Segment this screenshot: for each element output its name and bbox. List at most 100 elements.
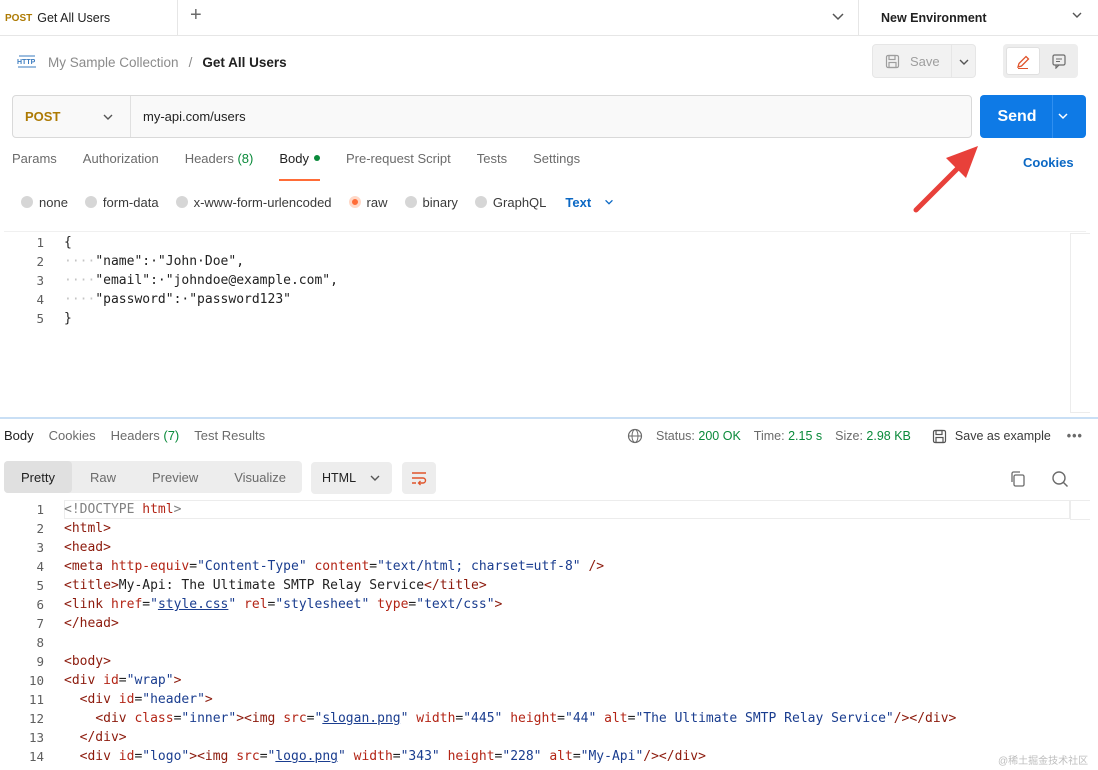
send-button-group: Send	[980, 95, 1086, 138]
code-line: <div class="inner"><img src="slogan.png"…	[95, 711, 957, 726]
body-type-binary[interactable]: binary	[404, 195, 458, 210]
body-type-graphql[interactable]: GraphQL	[474, 195, 546, 210]
breadcrumb-separator: /	[188, 54, 193, 70]
view-preview[interactable]: Preview	[134, 461, 216, 493]
response-meta: Status: 200 OK Time: 2.15 s Size: 2.98 K…	[627, 428, 1083, 444]
code-line: <title>My-Api: The Ultimate SMTP Relay S…	[64, 578, 487, 593]
pencil-icon	[1017, 55, 1030, 69]
wrap-lines-icon	[412, 472, 427, 486]
raw-format-select[interactable]: Text	[565, 195, 615, 210]
tab-method-badge: POST	[5, 12, 33, 24]
code-line: ····"password":·"password123"	[64, 292, 291, 307]
response-language-value: HTML	[322, 471, 357, 485]
save-button-group: Save	[872, 44, 976, 78]
status-indicator[interactable]: Status: 200 OK	[656, 429, 741, 443]
code-line: <link href="style.css" rel="stylesheet" …	[64, 597, 503, 612]
code-line: <div id="logo"><img src="logo.png" width…	[79, 749, 706, 764]
line-number: 5	[36, 578, 44, 593]
response-tab-test-results[interactable]: Test Results	[194, 428, 265, 443]
copy-icon[interactable]	[1008, 469, 1028, 489]
line-number: 9	[36, 654, 44, 669]
code-line: ····"name":·"John·Doe",	[64, 254, 245, 269]
tab-params[interactable]: Params	[12, 151, 57, 181]
response-language-select[interactable]: HTML	[311, 462, 392, 494]
tab-body[interactable]: Body	[279, 151, 320, 181]
tab-title: Get All Users	[37, 11, 111, 25]
tab-settings[interactable]: Settings	[533, 151, 580, 181]
send-divider	[1052, 95, 1053, 138]
radio-icon	[84, 196, 97, 208]
wrap-lines-button[interactable]	[402, 462, 436, 494]
breadcrumb-collection[interactable]: My Sample Collection	[48, 55, 179, 70]
http-method-select[interactable]: POST	[13, 96, 131, 137]
response-body-viewer[interactable]: 1 <!DOCTYPE html> 2 <html> 3 <head> 4 <m…	[4, 500, 1090, 770]
line-number: 2	[36, 521, 44, 536]
annotation-arrow-icon	[913, 146, 978, 213]
code-line: }	[64, 311, 72, 326]
line-number: 7	[36, 616, 44, 631]
radio-icon	[474, 196, 487, 208]
edit-docs-toggle	[1003, 44, 1078, 78]
body-type-form-data[interactable]: form-data	[84, 195, 159, 210]
chevron-down-icon	[959, 59, 969, 65]
body-modified-dot	[313, 154, 320, 161]
code-line: </head>	[64, 616, 119, 631]
send-button[interactable]: Send	[980, 95, 1052, 138]
raw-format-value: Text	[565, 194, 592, 210]
more-options-icon[interactable]: •••	[1067, 429, 1083, 443]
floppy-icon	[885, 54, 900, 68]
line-number: 11	[28, 692, 44, 707]
body-type-urlencoded[interactable]: x-www-form-urlencoded	[175, 195, 332, 210]
globe-icon[interactable]	[627, 428, 643, 444]
body-type-none[interactable]: none	[21, 195, 68, 210]
http-method-value: POST	[25, 109, 61, 124]
environment-label: New Environment	[881, 11, 987, 25]
cookies-link[interactable]: Cookies	[1023, 155, 1074, 170]
breadcrumb-request-name[interactable]: Get All Users	[202, 55, 286, 70]
pane-resize-divider[interactable]	[0, 417, 1098, 419]
response-tab-body[interactable]: Body	[4, 428, 34, 443]
new-tab-plus-icon[interactable]: +	[190, 5, 202, 25]
tabs-overflow-chevron-icon[interactable]	[828, 6, 848, 26]
tab-authorization[interactable]: Authorization	[83, 151, 159, 181]
save-label: Save	[910, 53, 940, 69]
save-button[interactable]: Save	[872, 44, 952, 78]
view-visualize[interactable]: Visualize	[216, 461, 304, 493]
line-number: 2	[36, 254, 44, 269]
viewer-scroll-track	[1070, 500, 1090, 520]
status-value: 200 OK	[698, 429, 741, 443]
environment-selector[interactable]: New Environment	[858, 0, 1098, 36]
save-as-example-button[interactable]: Save as example	[932, 429, 1051, 444]
http-icon: HTTP	[17, 55, 36, 68]
line-number: 1	[36, 502, 44, 517]
active-line-highlight	[64, 500, 1070, 519]
size-indicator[interactable]: Size: 2.98 KB	[835, 429, 911, 443]
url-input[interactable]	[143, 96, 963, 137]
line-number: 6	[36, 597, 44, 612]
edit-mode-button[interactable]	[1006, 47, 1040, 75]
request-tab-get-all-users[interactable]: POST Get All Users	[0, 0, 178, 36]
tab-tests[interactable]: Tests	[477, 151, 507, 181]
time-indicator[interactable]: Time: 2.15 s	[754, 429, 822, 443]
line-number: 14	[28, 749, 44, 764]
send-options-chevron-icon[interactable]	[1056, 109, 1070, 123]
save-options-dropdown[interactable]	[952, 44, 976, 78]
documentation-button[interactable]	[1043, 47, 1075, 75]
comment-icon	[1052, 54, 1066, 69]
headers-count: (8)	[237, 151, 254, 166]
tab-headers[interactable]: Headers (8)	[185, 151, 254, 181]
line-number: 3	[36, 540, 44, 555]
search-icon[interactable]	[1050, 469, 1070, 489]
line-number: 4	[36, 292, 44, 307]
request-body-editor[interactable]: 1 { 2 ····"name":·"John·Doe", 3 ····"ema…	[4, 231, 1090, 413]
chevron-down-icon	[1072, 12, 1082, 18]
view-raw[interactable]: Raw	[72, 461, 134, 493]
view-pretty[interactable]: Pretty	[4, 461, 72, 493]
response-tab-cookies[interactable]: Cookies	[49, 428, 96, 443]
response-tab-headers[interactable]: Headers (7)	[111, 428, 180, 443]
body-type-raw[interactable]: raw	[348, 195, 388, 210]
code-line: <body>	[64, 654, 111, 669]
line-number: 13	[28, 730, 44, 745]
tab-pre-request-script[interactable]: Pre-request Script	[346, 151, 451, 181]
code-line: </div>	[79, 730, 127, 745]
